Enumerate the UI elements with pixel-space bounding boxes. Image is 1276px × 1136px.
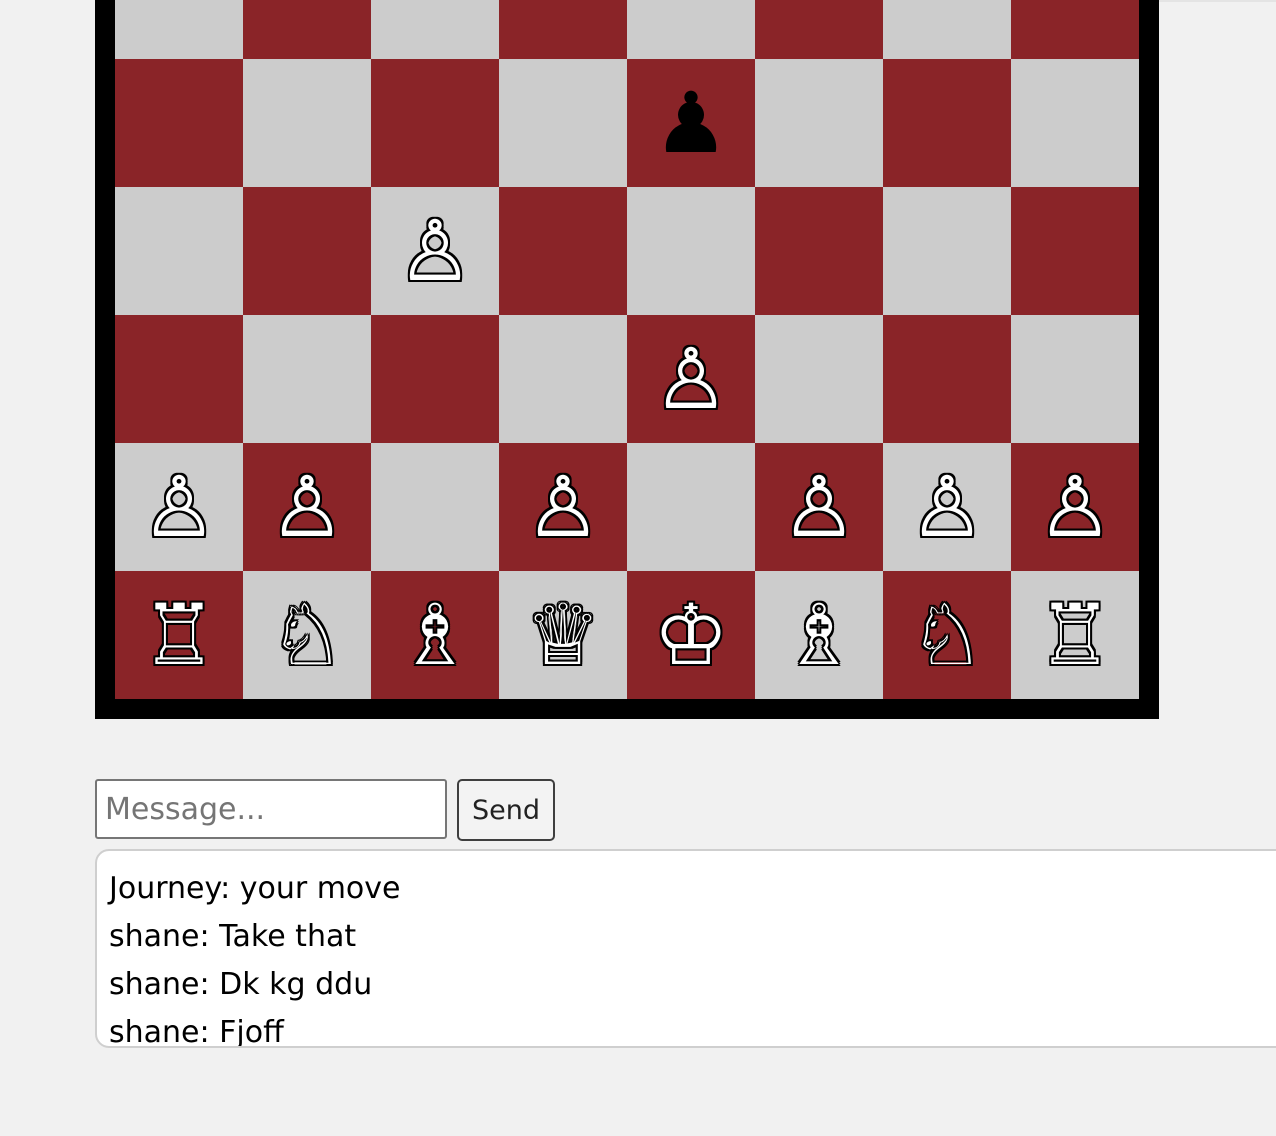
square-f3[interactable]: ♙ (755, 443, 883, 571)
send-button[interactable]: Send (457, 779, 555, 841)
square-b4[interactable] (243, 315, 371, 443)
square-c2[interactable]: ♗ (371, 571, 499, 699)
square-d5[interactable] (499, 187, 627, 315)
chess-board[interactable]: ♟ ♙ ♙ ♙ ♙ ♙ ♙ ♙ ♙ ♖ ♘ ♗ ♕ ♔ ♗ ♘ ♖ (115, 0, 1139, 699)
white-pawn-icon[interactable]: ♙ (269, 465, 344, 549)
white-rook-icon[interactable]: ♖ (141, 593, 216, 677)
square-e7[interactable] (627, 0, 755, 59)
white-knight-icon[interactable]: ♘ (269, 593, 344, 677)
square-c3[interactable] (371, 443, 499, 571)
square-d6[interactable] (499, 59, 627, 187)
white-pawn-icon[interactable]: ♙ (909, 465, 984, 549)
white-rook-icon[interactable]: ♖ (1037, 593, 1112, 677)
white-pawn-icon[interactable]: ♙ (781, 465, 856, 549)
square-b2[interactable]: ♘ (243, 571, 371, 699)
square-e2[interactable]: ♔ (627, 571, 755, 699)
square-b5[interactable] (243, 187, 371, 315)
square-a3[interactable]: ♙ (115, 443, 243, 571)
square-f2[interactable]: ♗ (755, 571, 883, 699)
square-c7[interactable] (371, 0, 499, 59)
chat-message: Journey: your move (109, 871, 401, 906)
square-h5[interactable] (1011, 187, 1139, 315)
square-d4[interactable] (499, 315, 627, 443)
white-pawn-icon[interactable]: ♙ (653, 337, 728, 421)
square-h3[interactable]: ♙ (1011, 443, 1139, 571)
black-pawn-icon[interactable]: ♟ (653, 81, 728, 165)
square-h6[interactable] (1011, 59, 1139, 187)
white-pawn-icon[interactable]: ♙ (1037, 465, 1112, 549)
page-top-rule (1159, 0, 1276, 2)
square-f6[interactable] (755, 59, 883, 187)
white-bishop-icon[interactable]: ♗ (781, 593, 856, 677)
square-g3[interactable]: ♙ (883, 443, 1011, 571)
square-a6[interactable] (115, 59, 243, 187)
square-b7[interactable] (243, 0, 371, 59)
square-g7[interactable] (883, 0, 1011, 59)
square-g5[interactable] (883, 187, 1011, 315)
square-b6[interactable] (243, 59, 371, 187)
chat-message: shane: Take that (109, 919, 357, 954)
square-g2[interactable]: ♘ (883, 571, 1011, 699)
square-d7[interactable] (499, 0, 627, 59)
square-a7[interactable] (115, 0, 243, 59)
square-e5[interactable] (627, 187, 755, 315)
square-g4[interactable] (883, 315, 1011, 443)
square-c6[interactable] (371, 59, 499, 187)
square-d3[interactable]: ♙ (499, 443, 627, 571)
square-h2[interactable]: ♖ (1011, 571, 1139, 699)
white-pawn-icon[interactable]: ♙ (397, 209, 472, 293)
square-b3[interactable]: ♙ (243, 443, 371, 571)
white-queen-icon[interactable]: ♕ (525, 593, 600, 677)
chat-log[interactable]: Journey: your move shane: Take that shane:… (95, 849, 1276, 1048)
white-pawn-icon[interactable]: ♙ (525, 465, 600, 549)
chat-message: shane: Dk kg ddu (109, 967, 373, 1002)
square-c5[interactable]: ♙ (371, 187, 499, 315)
square-h4[interactable] (1011, 315, 1139, 443)
square-a2[interactable]: ♖ (115, 571, 243, 699)
square-f5[interactable] (755, 187, 883, 315)
square-g6[interactable] (883, 59, 1011, 187)
message-input[interactable] (95, 779, 447, 839)
square-f4[interactable] (755, 315, 883, 443)
square-f7[interactable] (755, 0, 883, 59)
square-e6[interactable]: ♟ (627, 59, 755, 187)
square-d2[interactable]: ♕ (499, 571, 627, 699)
white-pawn-icon[interactable]: ♙ (141, 465, 216, 549)
white-king-icon[interactable]: ♔ (653, 593, 728, 677)
square-a5[interactable] (115, 187, 243, 315)
chat-message: shane: Fjoff (109, 1015, 284, 1048)
square-c4[interactable] (371, 315, 499, 443)
square-a4[interactable] (115, 315, 243, 443)
square-h7[interactable] (1011, 0, 1139, 59)
white-bishop-icon[interactable]: ♗ (397, 593, 472, 677)
white-knight-icon[interactable]: ♘ (909, 593, 984, 677)
square-e3[interactable] (627, 443, 755, 571)
square-e4[interactable]: ♙ (627, 315, 755, 443)
